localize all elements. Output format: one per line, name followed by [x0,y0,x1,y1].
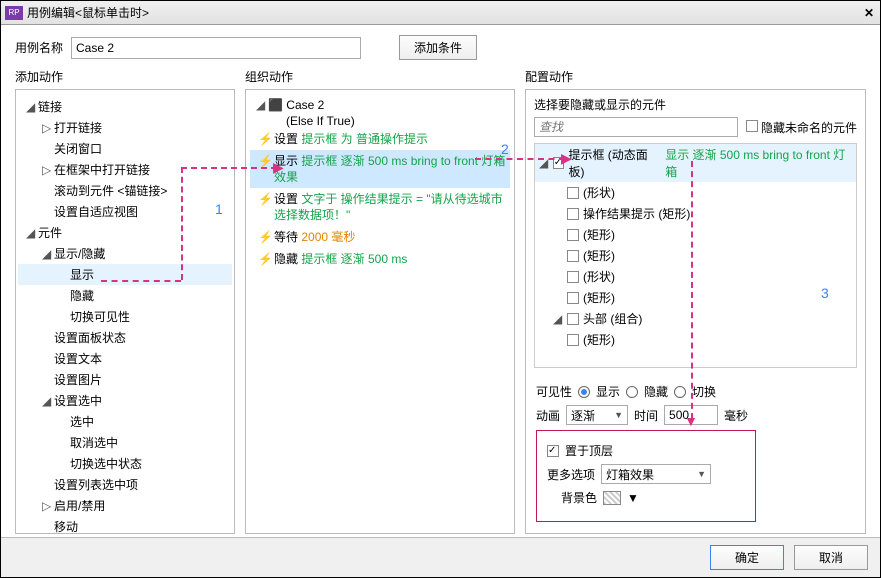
tree-set-adaptive[interactable]: 设置自适应视图 [18,201,232,222]
anno-line-1c [181,167,277,169]
org-a2[interactable]: ⚡显示 提示框 逐渐 500 ms bring to front 灯箱效果 [250,150,510,188]
tree-toggle-sel[interactable]: 切换选中状态 [18,453,232,474]
wi-8[interactable]: ◢头部 (组合) [535,308,856,329]
widget-list[interactable]: ◢提示框 (动态面板) 显示 逐渐 500 ms bring to front … [534,143,857,368]
dialog-footer: 确定 取消 [1,537,880,577]
tree-open-in-frame[interactable]: ▷在框架中打开链接 [18,159,232,180]
org-a5[interactable]: ⚡隐藏 提示框 逐渐 500 ms [250,248,510,270]
tree-unselect[interactable]: 取消选中 [18,432,232,453]
app-icon: RP [5,6,23,20]
col-header-add: 添加动作 [15,68,235,85]
ok-button[interactable]: 确定 [710,545,784,570]
organize-action-pane: ◢⬛ Case 2 (Else If True) ⚡设置 提示框 为 普通操作提… [245,89,515,534]
wi-4[interactable]: (矩形) [535,224,856,245]
add-condition-button[interactable]: 添加条件 [399,35,477,60]
anno-arrow-2: ▶ [561,150,572,167]
cfg-title: 选择要隐藏或显示的元件 [534,96,857,113]
visibility-row: 可见性 显示 隐藏 切换 [536,383,855,400]
tree-show-hide[interactable]: ◢显示/隐藏 [18,243,232,264]
org-a1[interactable]: ⚡设置 提示框 为 普通操作提示 [250,128,510,150]
wi-7[interactable]: (矩形) [535,287,856,308]
wi-3[interactable]: 操作结果提示 (矩形) [535,203,856,224]
tree-links[interactable]: ◢链接 [18,96,232,117]
tree-set-selected[interactable]: ◢设置选中 [18,390,232,411]
bolt-icon: ⚡ [258,131,273,147]
anno-line-1b [181,167,183,280]
wi-6[interactable]: (形状) [535,266,856,287]
case-name-label: 用例名称 [15,39,63,56]
tree-scroll-to[interactable]: 滚动到元件 <锚链接> [18,180,232,201]
title-bar: RP 用例编辑<鼠标单击时> ✕ [1,1,880,25]
search-input[interactable] [534,117,738,137]
wi-2[interactable]: (形状) [535,182,856,203]
cancel-button[interactable]: 取消 [794,545,868,570]
anno-label-3: 3 [821,285,829,301]
extra-options-box: 置于顶层 更多选项 灯箱效果▼ 背景色 ▼ [536,430,756,522]
radio-hide[interactable] [626,386,638,398]
hide-unnamed-check[interactable]: 隐藏未命名的元件 [746,119,857,136]
wi-5[interactable]: (矩形) [535,245,856,266]
tree-hide[interactable]: 隐藏 [18,285,232,306]
tree-close-window[interactable]: 关闭窗口 [18,138,232,159]
chevron-down-icon: ▼ [697,469,706,479]
anno-label-1: 1 [215,201,223,217]
tree-set-list[interactable]: 设置列表选中项 [18,474,232,495]
tree-move[interactable]: 移动 [18,516,232,534]
col-header-org: 组织动作 [245,68,515,85]
case-name-input[interactable] [71,37,361,59]
wi-1[interactable]: ◢提示框 (动态面板) 显示 逐渐 500 ms bring to front … [535,144,856,182]
close-icon[interactable]: ✕ [858,6,880,20]
chevron-down-icon[interactable]: ▼ [627,491,639,505]
window-title: 用例编辑<鼠标单击时> [27,4,858,21]
add-action-pane: ◢链接 ▷打开链接 关闭窗口 ▷在框架中打开链接 滚动到元件 <锚链接> 设置自… [15,89,235,534]
tree-toggle-vis[interactable]: 切换可见性 [18,306,232,327]
bgcolor-swatch[interactable] [603,491,621,505]
chevron-down-icon: ▼ [614,410,623,420]
radio-toggle[interactable] [674,386,686,398]
org-a3[interactable]: ⚡设置 文字于 操作结果提示 = "请从待选城市选择数据项！" [250,188,510,226]
tree-enable-disable[interactable]: ▷启用/禁用 [18,495,232,516]
bring-front-check[interactable] [547,445,559,457]
tree-widgets[interactable]: ◢元件 [18,222,232,243]
radio-show[interactable] [578,386,590,398]
col-header-cfg: 配置动作 [525,68,866,85]
anno-line-2 [475,158,565,160]
wi-9[interactable]: (矩形) [535,329,856,350]
org-else: (Else If True) [250,114,510,128]
anno-line-3 [691,161,693,419]
tree-set-image[interactable]: 设置图片 [18,369,232,390]
anno-line-1a [101,280,181,282]
tree-open-link[interactable]: ▷打开链接 [18,117,232,138]
anno-label-2: 2 [501,141,509,157]
org-a4[interactable]: ⚡等待 2000 毫秒 [250,226,510,248]
org-case[interactable]: ◢⬛ Case 2 [250,96,510,114]
anno-arrow-3: ▼ [684,413,698,429]
bolt-icon: ⚡ [258,191,273,207]
anno-arrow-1: ▶ [273,159,284,176]
tree-set-text[interactable]: 设置文本 [18,348,232,369]
more-opts-select[interactable]: 灯箱效果▼ [601,464,711,484]
bolt-icon: ⚡ [258,229,273,245]
tree-panel-state[interactable]: 设置面板状态 [18,327,232,348]
anim-select[interactable]: 逐渐▼ [566,405,628,425]
bolt-icon: ⚡ [258,251,273,267]
configure-action-pane: 选择要隐藏或显示的元件 隐藏未命名的元件 ◢提示框 (动态面板) 显示 逐渐 5… [525,89,866,534]
tree-selected[interactable]: 选中 [18,411,232,432]
